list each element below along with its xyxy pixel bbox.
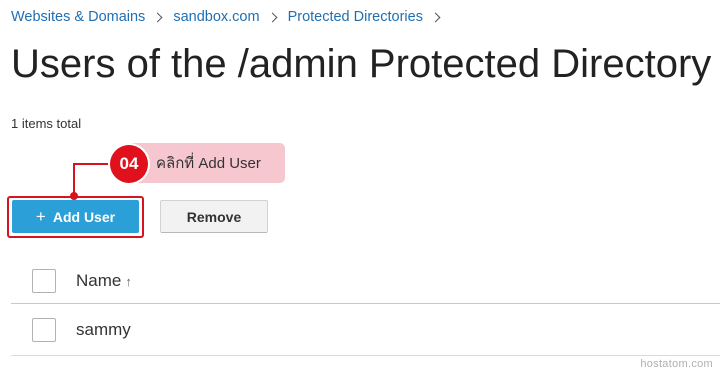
remove-button[interactable]: Remove [160, 200, 268, 233]
watermark: hostatom.com [640, 358, 713, 370]
annotation-text: คลิกที่ Add User [156, 155, 261, 172]
breadcrumb-protected-directories[interactable]: Protected Directories [288, 9, 423, 25]
breadcrumb-domain[interactable]: sandbox.com [173, 9, 259, 25]
users-table: Name ↑ sammy [11, 258, 720, 356]
select-all-checkbox[interactable] [32, 268, 56, 293]
plus-icon: + [35, 207, 46, 226]
column-header-name-label: Name [76, 270, 122, 290]
table-row: sammy [11, 304, 720, 356]
chevron-right-icon [152, 12, 163, 22]
breadcrumb: Websites & Domains sandbox.com Protected… [11, 7, 451, 27]
chevron-right-icon [430, 12, 441, 22]
breadcrumb-websites-domains[interactable]: Websites & Domains [11, 9, 145, 25]
column-header-name[interactable]: Name ↑ [76, 271, 132, 291]
add-user-button[interactable]: + Add User [12, 200, 139, 233]
annotation-connector-horizontal [73, 163, 111, 165]
chevron-right-icon [267, 12, 278, 22]
page-title: Users of the /admin Protected Directory [11, 42, 712, 86]
items-total-count: 1 items total [11, 116, 82, 131]
annotation-connector-vertical [73, 163, 75, 195]
add-user-label: Add User [52, 208, 116, 225]
row-select-checkbox[interactable] [32, 317, 56, 342]
annotation-callout: คลิกที่ Add User [128, 143, 285, 183]
table-header-row: Name ↑ [11, 258, 720, 304]
step-number-badge: 04 [110, 145, 148, 183]
sort-ascending-icon: ↑ [125, 273, 132, 289]
remove-label: Remove [186, 208, 242, 225]
user-name-cell: sammy [76, 319, 131, 339]
